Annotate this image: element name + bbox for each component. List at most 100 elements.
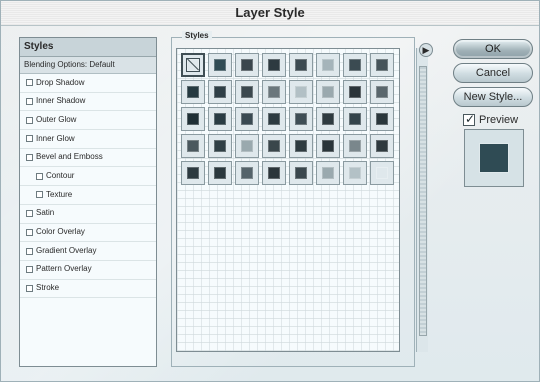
style-swatch-chip xyxy=(295,59,307,71)
style-swatch-11[interactable] xyxy=(262,80,286,104)
style-swatch-5[interactable] xyxy=(316,53,340,77)
style-swatch-18[interactable] xyxy=(235,107,259,131)
style-swatch-33[interactable] xyxy=(208,161,232,185)
effect-label: Outer Glow xyxy=(36,114,77,124)
style-swatch-17[interactable] xyxy=(208,107,232,131)
style-swatch-30[interactable] xyxy=(343,134,367,158)
style-swatch-chip xyxy=(376,59,388,71)
effect-item[interactable]: Pattern Overlay xyxy=(20,261,156,280)
style-swatch-chip xyxy=(241,167,253,179)
style-swatch-chip xyxy=(214,113,226,125)
preview-row[interactable]: Preview xyxy=(463,112,533,128)
style-swatch-chip xyxy=(322,113,334,125)
style-swatch-21[interactable] xyxy=(316,107,340,131)
preview-checkbox[interactable] xyxy=(463,112,475,126)
effect-item[interactable]: Gradient Overlay xyxy=(20,242,156,261)
effect-checkbox[interactable] xyxy=(26,135,33,143)
style-swatch-34[interactable] xyxy=(235,161,259,185)
style-swatch-13[interactable] xyxy=(316,80,340,104)
effect-checkbox[interactable] xyxy=(36,191,43,199)
style-none-swatch[interactable] xyxy=(181,53,205,77)
style-swatch-15[interactable] xyxy=(370,80,394,104)
effect-label: Inner Shadow xyxy=(36,96,86,106)
new-style-button[interactable]: New Style... xyxy=(453,87,533,107)
effect-item[interactable]: Inner Glow xyxy=(20,130,156,149)
style-swatch-31[interactable] xyxy=(370,134,394,158)
style-swatch-23[interactable] xyxy=(370,107,394,131)
effect-item[interactable]: Texture xyxy=(20,186,156,205)
effect-label: Texture xyxy=(46,189,73,199)
style-swatch-24[interactable] xyxy=(181,134,205,158)
cancel-button[interactable]: Cancel xyxy=(453,63,533,83)
layer-style-dialog: Layer Style Styles Blending Options: Def… xyxy=(0,0,540,382)
effect-item[interactable]: Satin xyxy=(20,205,156,224)
style-swatch-28[interactable] xyxy=(289,134,313,158)
effect-item[interactable]: Inner Shadow xyxy=(20,93,156,112)
style-swatch-chip xyxy=(349,113,361,125)
style-swatch-9[interactable] xyxy=(208,80,232,104)
style-swatch-3[interactable] xyxy=(262,53,286,77)
effect-checkbox[interactable] xyxy=(26,79,33,87)
style-swatch-6[interactable] xyxy=(343,53,367,77)
style-swatch-39[interactable] xyxy=(370,161,394,185)
style-swatch-22[interactable] xyxy=(343,107,367,131)
style-swatch-4[interactable] xyxy=(289,53,313,77)
style-swatch-7[interactable] xyxy=(370,53,394,77)
effect-checkbox[interactable] xyxy=(26,247,33,255)
blending-options-item[interactable]: Blending Options: Default xyxy=(20,57,156,74)
style-swatch-20[interactable] xyxy=(289,107,313,131)
effect-item[interactable]: Contour xyxy=(20,167,156,187)
style-swatch-chip xyxy=(268,113,280,125)
effect-item[interactable]: Drop Shadow xyxy=(20,74,156,93)
effect-item[interactable]: Color Overlay xyxy=(20,224,156,243)
style-swatch-chip xyxy=(322,140,334,152)
styles-scroll-thumb[interactable] xyxy=(419,66,427,336)
dialog-title: Layer Style xyxy=(235,5,305,20)
style-swatch-19[interactable] xyxy=(262,107,286,131)
style-swatch-14[interactable] xyxy=(343,80,367,104)
effect-checkbox[interactable] xyxy=(26,228,33,236)
style-swatch-37[interactable] xyxy=(316,161,340,185)
style-swatch-chip xyxy=(376,167,388,179)
style-swatch-chip xyxy=(187,140,199,152)
effect-checkbox[interactable] xyxy=(26,154,33,162)
effect-checkbox[interactable] xyxy=(36,172,43,180)
style-swatch-chip xyxy=(322,86,334,98)
effect-checkbox[interactable] xyxy=(26,116,33,124)
style-swatch-1[interactable] xyxy=(208,53,232,77)
style-swatch-12[interactable] xyxy=(289,80,313,104)
style-swatch-38[interactable] xyxy=(343,161,367,185)
style-swatch-chip xyxy=(268,167,280,179)
effect-checkbox[interactable] xyxy=(26,98,33,106)
style-swatch-26[interactable] xyxy=(235,134,259,158)
ok-button[interactable]: OK xyxy=(453,39,533,59)
style-swatch-chip xyxy=(214,167,226,179)
style-swatch-16[interactable] xyxy=(181,107,205,131)
effect-checkbox[interactable] xyxy=(26,266,33,274)
style-swatch-chip xyxy=(268,86,280,98)
effect-item[interactable]: Stroke xyxy=(20,280,156,299)
style-swatch-chip xyxy=(295,140,307,152)
style-swatch-32[interactable] xyxy=(181,161,205,185)
effect-item[interactable]: Outer Glow xyxy=(20,111,156,131)
style-swatch-chip xyxy=(376,113,388,125)
effect-checkbox[interactable] xyxy=(26,210,33,218)
style-swatch-35[interactable] xyxy=(262,161,286,185)
effect-item[interactable]: Bevel and Emboss xyxy=(20,149,156,168)
effect-checkbox[interactable] xyxy=(26,284,33,292)
style-swatch-chip xyxy=(187,86,199,98)
style-swatch-8[interactable] xyxy=(181,80,205,104)
styles-menu-arrow-button[interactable]: ▶ xyxy=(419,43,433,57)
style-swatch-36[interactable] xyxy=(289,161,313,185)
styles-scrollbar[interactable] xyxy=(416,48,428,352)
style-swatch-10[interactable] xyxy=(235,80,259,104)
style-swatch-2[interactable] xyxy=(235,53,259,77)
effect-label: Pattern Overlay xyxy=(36,264,92,274)
style-swatch-chip xyxy=(295,113,307,125)
style-swatch-chip xyxy=(186,58,200,72)
style-swatch-29[interactable] xyxy=(316,134,340,158)
style-swatch-27[interactable] xyxy=(262,134,286,158)
style-swatch-25[interactable] xyxy=(208,134,232,158)
preview-box xyxy=(464,129,524,187)
style-swatch-chip xyxy=(241,140,253,152)
